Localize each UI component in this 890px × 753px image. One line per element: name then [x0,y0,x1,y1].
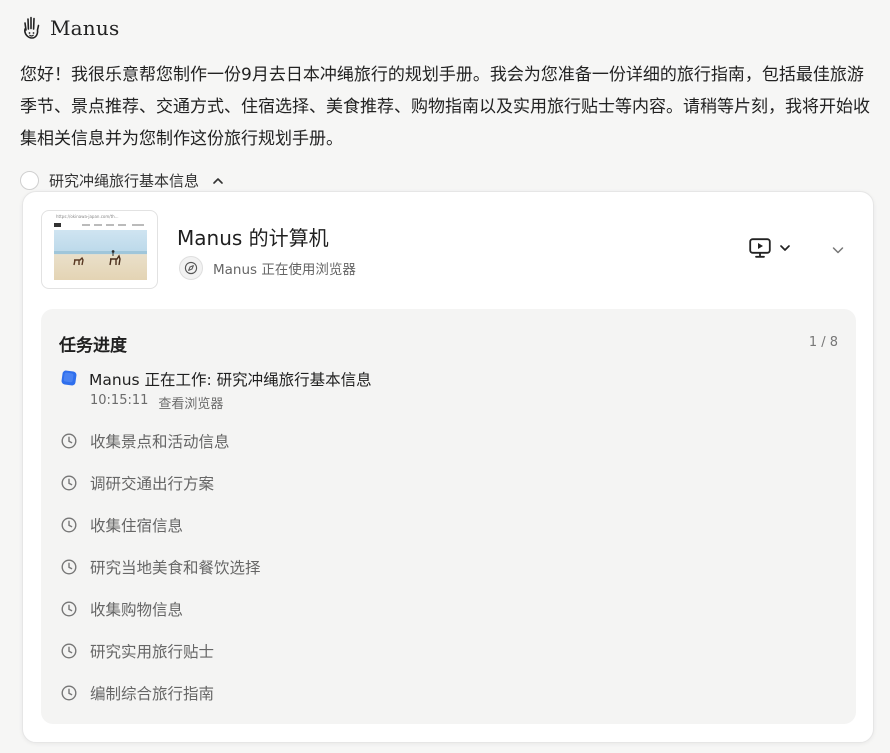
collapse-card-button[interactable] [831,242,845,261]
compass-icon [179,256,203,280]
clock-icon [61,601,77,617]
computer-status: Manus 正在使用浏览器 [179,256,356,280]
task-label: 调研交通出行方案 [90,475,215,493]
progress-count: 1 / 8 [808,335,838,350]
step-status-circle [20,171,39,190]
task-item: 收集住宿信息 [61,514,183,536]
task-item: 编制综合旅行指南 [61,682,214,704]
task-label: 编制综合旅行指南 [90,685,215,703]
clock-icon [61,433,77,449]
task-item: 调研交通出行方案 [61,472,214,494]
browser-thumbnail[interactable]: https://okinawa-japan.com/th... [41,210,158,289]
clock-icon [61,517,77,533]
thumbnail-beach-image [54,230,147,280]
active-task-meta: 10:15:11 查看浏览器 [90,393,223,412]
task-item: 收集购物信息 [61,598,183,620]
clock-icon [61,475,77,491]
chevron-up-icon [213,177,223,184]
brand-name: Manus [50,16,120,40]
task-label: 收集景点和活动信息 [90,433,230,451]
status-text: Manus 正在使用浏览器 [213,262,356,278]
task-label: 收集购物信息 [90,601,184,619]
active-task-time: 10:15:11 [90,393,149,408]
task-label: 研究当地美食和餐饮选择 [90,559,261,577]
task-label: 研究实用旅行贴士 [90,643,215,661]
clock-icon [61,685,77,701]
computer-card: https://okinawa-japan.com/th... Manus 的计… [22,191,874,743]
task-item: 研究当地美食和餐饮选择 [61,556,261,578]
task-progress-panel: 任务进度 1 / 8 Manus 正在工作: 研究冲绳旅行基本信息 10:15:… [41,309,856,724]
view-browser-link[interactable]: 查看浏览器 [158,393,223,412]
chat-page: Manus 您好！我很乐意帮您制作一份9月去日本冲绳旅行的规划手册。我会为您准备… [0,0,890,753]
progress-title: 任务进度 [59,336,127,356]
screen-view-button[interactable] [749,238,791,258]
manus-hand-icon [24,16,40,39]
computer-title: Manus 的计算机 [177,226,329,250]
thumbnail-nav-bar [54,223,144,227]
step-toggle[interactable]: 研究冲绳旅行基本信息 [20,170,225,191]
chevron-down-icon [780,245,790,251]
working-indicator-icon [61,370,77,386]
brand-header: Manus [20,16,119,40]
clock-icon [61,559,77,575]
active-task-text: Manus 正在工作: 研究冲绳旅行基本信息 [89,371,372,389]
task-item: 收集景点和活动信息 [61,430,230,452]
assistant-message: 您好！我很乐意帮您制作一份9月去日本冲绳旅行的规划手册。我会为您准备一份详细的旅… [20,65,870,149]
thumbnail-url: https://okinawa-japan.com/th... [56,214,119,219]
task-label: 收集住宿信息 [90,517,184,535]
clock-icon [61,643,77,659]
step-title: 研究冲绳旅行基本信息 [49,172,200,190]
screen-play-icon [749,238,771,258]
task-item: 研究实用旅行贴士 [61,640,214,662]
chevron-down-icon [832,247,844,254]
